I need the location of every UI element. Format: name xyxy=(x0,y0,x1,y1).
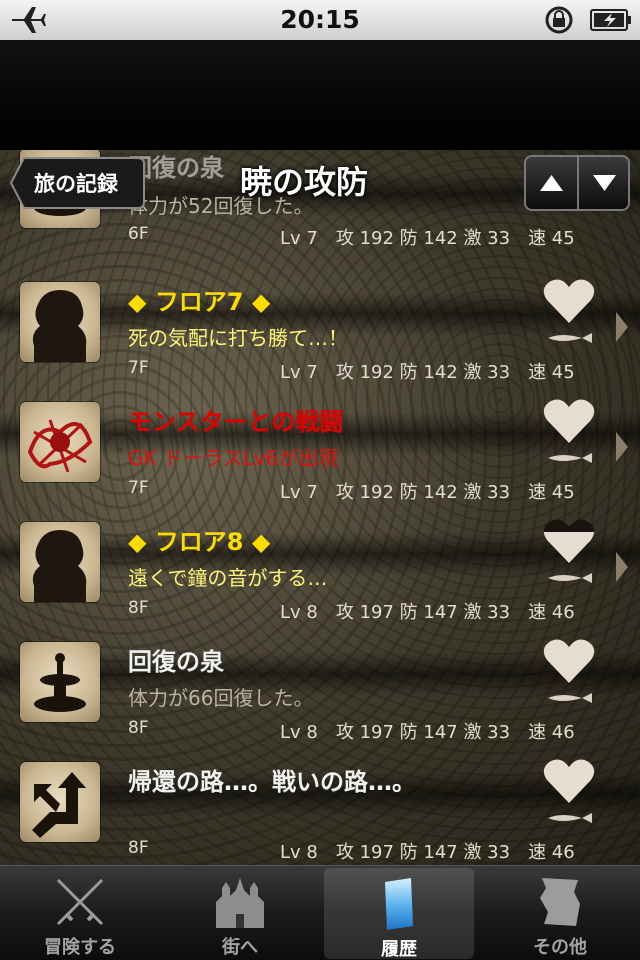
tab-town[interactable]: 街へ xyxy=(160,866,320,960)
castle-icon xyxy=(216,878,264,928)
entry-floor: 8F xyxy=(128,598,149,618)
fish-icon xyxy=(548,333,592,343)
entry-subtitle: 体力が66回復した。 xyxy=(128,686,314,710)
list-item[interactable]: ◆ フロア7 ◆ 死の気配に打ち勝て…！ 7F Lv 7 攻 192 防 142… xyxy=(0,270,640,390)
tab-other[interactable]: その他 xyxy=(480,866,640,960)
heart-icon xyxy=(543,399,595,443)
entry-subtitle: GK ドーラスLv6が出現 xyxy=(128,446,339,470)
tab-label: 履歴 xyxy=(381,939,417,960)
back-button-label: 旅の記録 xyxy=(34,172,118,196)
crossroads-arrow-icon xyxy=(20,762,100,842)
fountain-icon xyxy=(20,642,100,722)
character-silhouette-icon xyxy=(20,282,100,362)
chevron-right-icon[interactable] xyxy=(614,430,630,464)
entry-stats: Lv 7 攻 192 防 142 激 33 速 45 xyxy=(280,228,575,249)
entry-stats: Lv 7 攻 192 防 142 激 33 速 45 xyxy=(280,482,575,503)
chevron-right-icon[interactable] xyxy=(614,550,630,584)
entry-subtitle: 遠くで鐘の音がする… xyxy=(128,566,328,590)
header-band xyxy=(0,40,640,150)
entry-title: 帰還の路…。戦いの路…。 xyxy=(128,768,416,796)
book-icon xyxy=(385,878,413,930)
heart-half-icon xyxy=(543,519,595,563)
arrow-down-icon xyxy=(593,175,616,191)
next-button[interactable] xyxy=(579,157,630,209)
list-item[interactable]: ◆ フロア8 ◆ 遠くで鐘の音がする… 8F Lv 8 攻 197 防 147 … xyxy=(0,510,640,630)
entry-stats: Lv 8 攻 197 防 147 激 33 速 46 xyxy=(280,602,575,623)
fish-icon xyxy=(548,693,592,703)
entry-subtitle: 死の気配に打ち勝て…！ xyxy=(128,326,348,350)
fish-icon xyxy=(548,573,592,583)
heart-icon xyxy=(543,759,595,803)
entry-stats: Lv 8 攻 197 防 147 激 33 速 46 xyxy=(280,842,575,863)
rotation-lock-icon xyxy=(545,6,573,34)
heart-icon xyxy=(543,639,595,683)
character-silhouette-icon xyxy=(20,522,100,602)
back-button[interactable]: 旅の記録 xyxy=(10,156,146,210)
history-list[interactable]: 回復の泉 体力が52回復した。 6F Lv 7 攻 192 防 142 激 33… xyxy=(0,150,640,865)
entry-stats: Lv 7 攻 192 防 142 激 33 速 45 xyxy=(280,362,575,383)
arrow-up-icon xyxy=(540,175,563,191)
previous-button[interactable] xyxy=(526,157,577,209)
entry-floor: 6F xyxy=(128,224,149,244)
entry-floor: 8F xyxy=(128,838,149,858)
tab-label: その他 xyxy=(533,937,587,958)
scroll-icon xyxy=(540,878,580,926)
entry-floor: 7F xyxy=(128,358,149,378)
tab-label: 冒険する xyxy=(44,937,116,958)
entry-floor: 8F xyxy=(128,718,149,738)
entry-stats: Lv 8 攻 197 防 147 激 33 速 46 xyxy=(280,722,575,743)
crossed-swords-icon xyxy=(56,878,104,926)
list-item[interactable]: モンスターとの戦闘 GK ドーラスLv6が出現 7F Lv 7 攻 192 防 … xyxy=(0,390,640,510)
tab-adventure[interactable]: 冒険する xyxy=(0,866,160,960)
list-item[interactable]: 帰還の路…。戦いの路…。 8F Lv 8 攻 197 防 147 激 33 速 … xyxy=(0,750,640,865)
entry-title: モンスターとの戦闘 xyxy=(128,408,344,436)
fish-icon xyxy=(548,813,592,823)
chevron-right-icon[interactable] xyxy=(614,310,630,344)
entry-title: 回復の泉 xyxy=(128,648,224,676)
list-item[interactable]: 回復の泉 体力が66回復した。 8F Lv 8 攻 197 防 147 激 33… xyxy=(0,630,640,750)
tab-history[interactable]: 履歴 xyxy=(324,868,474,960)
page-title: 暁の攻防 xyxy=(240,163,369,201)
entry-title: ◆ フロア7 ◆ xyxy=(128,288,271,316)
battery-charging-icon xyxy=(590,9,631,31)
fish-icon xyxy=(548,453,592,463)
entry-title: ◆ フロア8 ◆ xyxy=(128,528,271,556)
entry-floor: 7F xyxy=(128,478,149,498)
status-bar: 20:15 xyxy=(0,0,640,40)
heart-icon xyxy=(543,279,595,323)
monster-battle-icon xyxy=(20,402,100,482)
tab-label: 街へ xyxy=(222,937,258,958)
page-nav-arrows xyxy=(524,155,630,211)
tab-bar: 冒険する 街へ 履歴 その他 xyxy=(0,865,640,960)
